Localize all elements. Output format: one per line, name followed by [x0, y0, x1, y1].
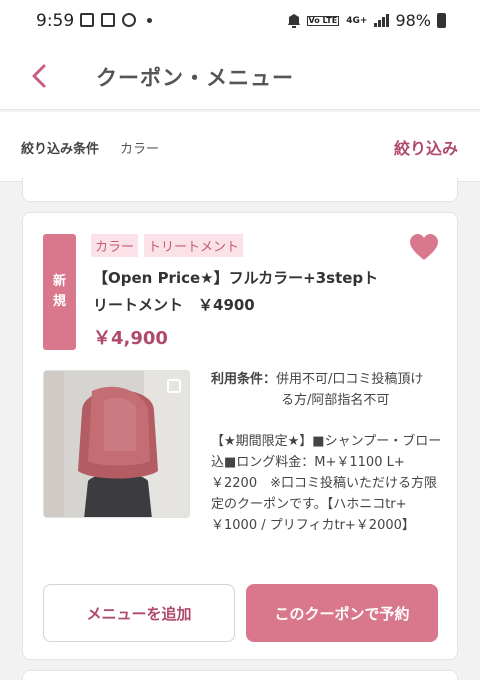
battery-percent: 98%: [395, 11, 431, 30]
filter-bar: 絞り込み条件 カラー 絞り込み: [0, 112, 480, 182]
hair-photo-image: [44, 371, 189, 517]
coupon-description: 【★期間限定★】■シャンプー・ブロー込■ロング料金：M+￥1100 L+￥220…: [211, 434, 442, 533]
tag-treatment: トリートメント: [144, 234, 244, 257]
conditions-text-2: る方/阿部指名不可: [281, 393, 390, 408]
coupon-tags: カラー トリートメント: [91, 234, 244, 257]
new-badge: 新 規: [43, 234, 76, 350]
status-right: Vo LTE 4G+ 98%: [287, 11, 446, 30]
volte-icon: Vo LTE: [306, 15, 340, 26]
image-icon: [80, 13, 94, 27]
network-type: 4G+: [346, 15, 368, 26]
conditions-text-1: 併用不可/口コミ投稿頂け: [276, 372, 424, 387]
conditions-label: 利用条件：: [211, 372, 277, 387]
new-badge-char-2: 規: [52, 294, 66, 309]
sync-icon: [122, 13, 136, 27]
heart-icon[interactable]: [409, 233, 439, 261]
new-badge-char-1: 新: [52, 274, 66, 289]
previous-coupon-card: [22, 178, 458, 202]
coupon-title[interactable]: 【Open Price★】フルカラー+3stepトリートメント ￥4900: [93, 265, 393, 319]
page-title: クーポン・メニュー: [96, 66, 294, 90]
filter-button[interactable]: 絞り込み: [394, 135, 458, 159]
photo-checkbox: [167, 379, 181, 393]
coupon-conditions: 利用条件：併用不可/口コミ投稿頂け る方/阿部指名不可: [211, 369, 443, 411]
battery-icon: [437, 13, 446, 28]
status-time: 9:59: [36, 11, 75, 31]
coupon-photo[interactable]: [43, 370, 190, 518]
alarm-icon: [287, 13, 300, 28]
signal-icon: [374, 14, 390, 27]
filter-label: 絞り込み条件: [21, 142, 100, 157]
status-bar: 9:59 Vo LTE 4G+ 98%: [0, 0, 480, 44]
coupon-card[interactable]: 新 規 カラー トリートメント 【Open Price★】フルカラー+3step…: [22, 212, 458, 660]
chevron-left-icon[interactable]: [26, 62, 54, 90]
coupon-price: ￥4,900: [93, 328, 168, 349]
reserve-with-coupon-button[interactable]: このクーポンで予約: [246, 584, 438, 642]
tag-color: カラー: [91, 234, 139, 257]
next-coupon-card: [22, 670, 458, 680]
status-left-icons: [80, 13, 152, 27]
dot-icon: [147, 17, 152, 23]
notification-square-icon: [101, 13, 115, 27]
app-header: クーポン・メニュー: [0, 44, 480, 110]
filter-value: カラー: [120, 142, 160, 157]
add-menu-button[interactable]: メニューを追加: [43, 584, 235, 642]
